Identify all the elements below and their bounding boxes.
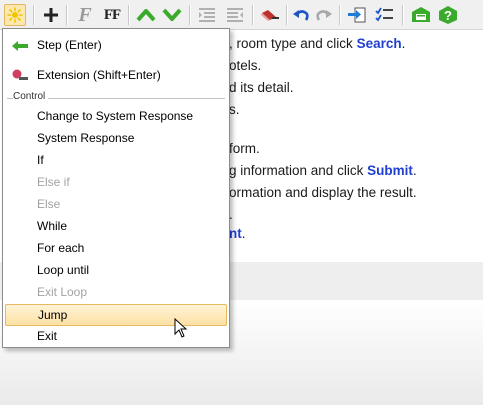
menu-item-label: Change to System Response	[37, 109, 194, 123]
menu-item-system-response[interactable]: System Response	[5, 128, 227, 150]
menu-item-exit-loop: Exit Loop	[5, 282, 227, 304]
doc-line-10: nt.	[229, 226, 246, 241]
menu-item-label: While	[37, 219, 68, 233]
import-icon[interactable]	[346, 4, 368, 26]
font-format-icon[interactable]: FF	[101, 4, 123, 26]
doc-line-4: s.	[229, 102, 240, 117]
menu-item-label: Else	[37, 197, 61, 211]
menu-item-for-each[interactable]: For each	[5, 238, 227, 260]
outdent-icon[interactable]	[196, 4, 218, 26]
step-arrow-icon	[11, 38, 29, 54]
doc-line-7: g information and click Submit.	[229, 163, 417, 178]
doc-line-3: d its detail.	[229, 80, 294, 95]
new-step-icon[interactable]	[4, 4, 26, 26]
menu-group-label: Control	[13, 91, 49, 102]
menu-item-else: Else	[5, 194, 227, 216]
insert-context-menu: Step (Enter) Extension (Shift+Enter) Con…	[2, 28, 230, 348]
menu-item-jump[interactable]: Jump	[5, 304, 227, 326]
eraser-icon[interactable]	[259, 4, 281, 26]
menu-item-label: If	[37, 153, 44, 167]
checklist-icon[interactable]	[374, 4, 396, 26]
extension-icon	[11, 68, 29, 84]
move-up-icon[interactable]	[135, 4, 157, 26]
menu-item-if[interactable]: If	[5, 150, 227, 172]
italic-f-icon[interactable]: F	[74, 4, 96, 26]
menu-item-label: Exit Loop	[37, 285, 88, 299]
menu-item-step[interactable]: Step (Enter)	[5, 35, 227, 57]
menu-item-change-to-system-response[interactable]: Change to System Response	[5, 106, 227, 128]
undo-icon[interactable]	[290, 4, 312, 26]
menu-group-control: Control	[5, 91, 227, 105]
move-down-icon[interactable]	[161, 4, 183, 26]
menu-item-while[interactable]: While	[5, 216, 227, 238]
menu-item-label: System Response	[37, 131, 135, 145]
redo-icon[interactable]	[313, 4, 335, 26]
svg-text:?: ?	[444, 8, 452, 23]
menu-item-label: Step (Enter)	[37, 38, 102, 52]
menu-item-label: For each	[37, 241, 85, 255]
menu-item-label: Else if	[37, 175, 70, 189]
menu-item-loop-until[interactable]: Loop until	[5, 260, 227, 282]
menu-item-exit[interactable]: Exit	[5, 326, 227, 348]
doc-line-2: otels.	[229, 58, 262, 73]
font-format-label: FF	[103, 6, 121, 23]
menu-item-else-if: Else if	[5, 172, 227, 194]
mouse-cursor-icon	[174, 317, 188, 338]
italic-f-label: F	[78, 3, 92, 26]
add-icon[interactable]	[40, 4, 62, 26]
screen-icon[interactable]	[410, 4, 432, 26]
menu-item-label: Jump	[38, 308, 68, 322]
doc-line-1: , room type and click Search.	[229, 36, 406, 51]
indent-icon[interactable]	[224, 4, 246, 26]
menu-item-label: Exit	[37, 329, 58, 343]
menu-item-label: Extension (Shift+Enter)	[37, 68, 161, 82]
toolbar: F FF ?	[0, 0, 483, 30]
menu-item-label: Loop until	[37, 263, 90, 277]
doc-line-6: form.	[229, 141, 260, 156]
help-icon[interactable]: ?	[437, 4, 459, 26]
menu-item-extension[interactable]: Extension (Shift+Enter)	[5, 65, 227, 87]
doc-line-8: ormation and display the result.	[229, 185, 417, 200]
